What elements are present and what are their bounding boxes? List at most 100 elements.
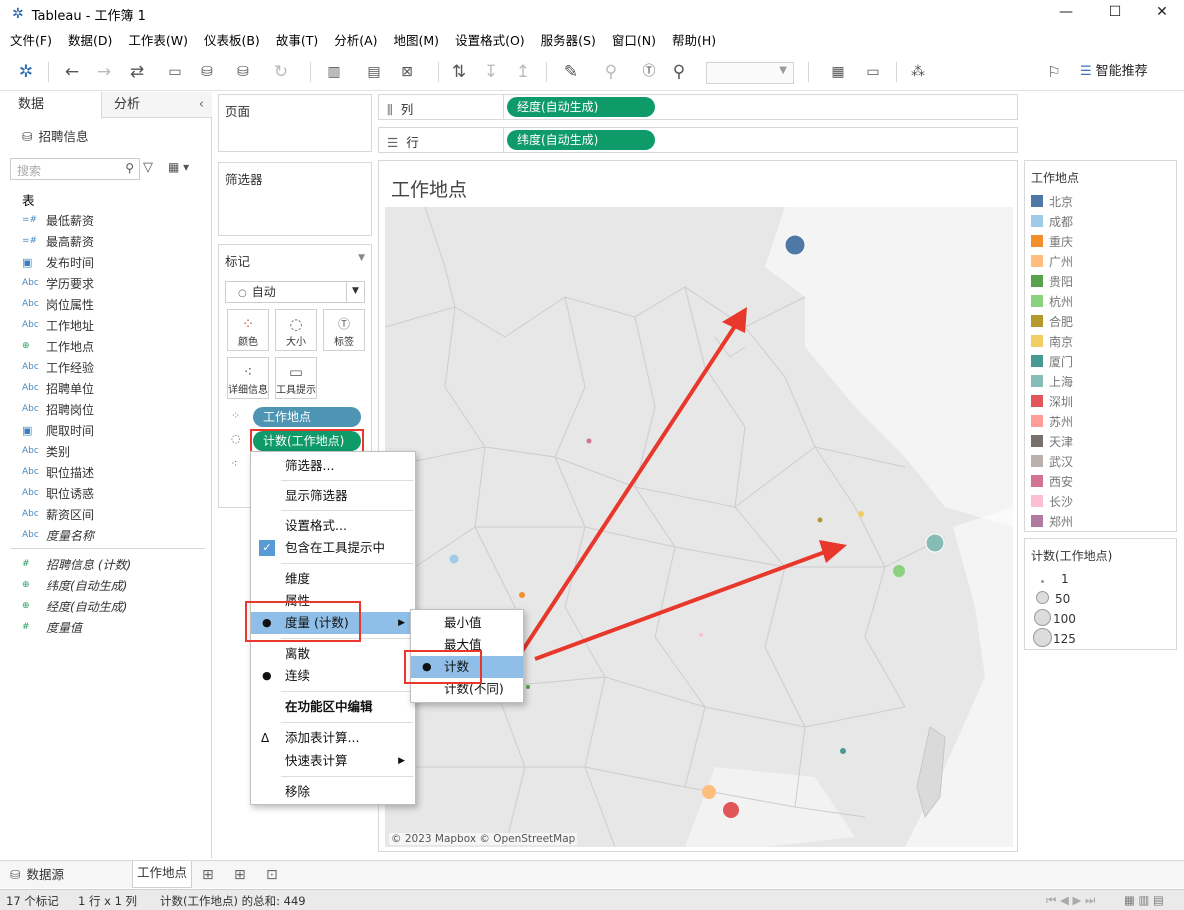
tableau-home-icon[interactable]: ✲ xyxy=(16,61,36,83)
tab-data[interactable]: 数据 xyxy=(0,92,102,118)
menu-item-format[interactable]: 设置格式... xyxy=(251,515,415,537)
fit-dropdown[interactable]: ▼ xyxy=(706,62,794,84)
field-item[interactable]: Abc 类别 xyxy=(22,441,70,461)
pages-shelf[interactable]: 页面 xyxy=(218,94,372,152)
redo-icon[interactable]: → xyxy=(92,61,116,83)
longitude-pill[interactable]: 经度(自动生成) xyxy=(507,97,655,117)
menu-format[interactable]: 设置格式(O) xyxy=(455,30,525,52)
duplicate-icon[interactable]: ▤ xyxy=(362,61,386,83)
tooltip-button[interactable]: ▭ 工具提示 xyxy=(275,357,317,399)
label-button[interactable]: Ⓣ 标签 xyxy=(323,309,365,351)
mark-nanjing[interactable] xyxy=(858,511,864,517)
show-me-button[interactable]: ☰ 智能推荐 xyxy=(1080,61,1148,83)
submenu-min[interactable]: 最小值 xyxy=(411,612,523,634)
ask-data-icon[interactable]: ⚐ xyxy=(1040,61,1068,83)
measure-item[interactable]: ⊕ 纬度(自动生成) xyxy=(22,575,127,595)
map-attribution[interactable]: © 2023 Mapbox © OpenStreetMap xyxy=(389,833,578,845)
color-pill[interactable]: 工作地点 xyxy=(253,407,361,427)
filters-shelf[interactable]: 筛选器 xyxy=(218,162,372,236)
legend-item[interactable]: 苏州 xyxy=(1031,411,1073,431)
map-canvas[interactable]: © 2023 Mapbox © OpenStreetMap xyxy=(385,207,1013,847)
sheet-tab-active[interactable]: 工作地点 xyxy=(132,861,192,888)
columns-shelf[interactable]: ⫼ 列 经度(自动生成) xyxy=(378,94,1018,120)
legend-item[interactable]: 西安 xyxy=(1031,471,1073,491)
measure-item[interactable]: ⊕ 经度(自动生成) xyxy=(22,596,127,616)
menu-item-quick-table-calc[interactable]: 快速表计算 ▶ xyxy=(251,750,415,772)
menu-window[interactable]: 窗口(N) xyxy=(612,30,656,52)
menu-analysis[interactable]: 分析(A) xyxy=(334,30,377,52)
replay-icon[interactable]: ⇄ xyxy=(122,61,152,83)
field-item[interactable]: Abc 工作经验 xyxy=(22,357,94,377)
field-item[interactable]: =# 最低薪资 xyxy=(22,210,94,230)
collapse-icon[interactable]: ‹ xyxy=(199,92,204,118)
field-item[interactable]: ▣ 发布时间 xyxy=(22,252,94,272)
mark-xiamen[interactable] xyxy=(840,748,846,754)
show-labels-icon[interactable]: Ⓣ xyxy=(638,61,660,83)
close-button[interactable]: ✕ xyxy=(1150,4,1174,24)
sheet-nav-icons[interactable]: ⏮ ◀ ▶ ⏭ xyxy=(1046,893,1095,908)
legend-item[interactable]: 重庆 xyxy=(1031,231,1073,251)
menu-item-dimension[interactable]: 维度 xyxy=(251,568,415,590)
rows-shelf[interactable]: ☰ 行 纬度(自动生成) xyxy=(378,127,1018,153)
new-dashboard-icon[interactable]: ⊞ xyxy=(234,863,246,887)
share-icon[interactable]: ⁂ xyxy=(906,61,930,83)
field-item[interactable]: Abc 薪资区间 xyxy=(22,504,94,524)
minimize-button[interactable]: — xyxy=(1054,4,1078,24)
field-item[interactable]: ⊕ 工作地点 xyxy=(22,336,94,356)
swap-icon[interactable]: ⇅ xyxy=(448,61,470,83)
menu-item-edit-in-shelf[interactable]: 在功能区中编辑 xyxy=(251,696,415,718)
maximize-button[interactable]: ☐ xyxy=(1103,4,1127,24)
mark-shanghai[interactable] xyxy=(925,533,945,553)
menu-worksheet[interactable]: 工作表(W) xyxy=(128,30,188,52)
datasource-item[interactable]: ⛁ 招聘信息 xyxy=(22,126,89,145)
latitude-pill[interactable]: 纬度(自动生成) xyxy=(507,130,655,150)
sort-desc-icon[interactable]: ↥ xyxy=(512,61,534,83)
legend-item[interactable]: 长沙 xyxy=(1031,491,1073,511)
measure-item[interactable]: # 度量值 xyxy=(22,617,82,637)
view-mode-icons[interactable]: ▦ ▥ ▤ xyxy=(1124,893,1164,907)
new-worksheet-icon[interactable]: ▥ xyxy=(320,61,348,83)
mark-hefei[interactable] xyxy=(817,517,823,523)
new-worksheet-icon[interactable]: ⊞ xyxy=(202,863,214,887)
field-item[interactable]: ▣ 爬取时间 xyxy=(22,420,94,440)
legend-item[interactable]: 天津 xyxy=(1031,431,1073,451)
menu-server[interactable]: 服务器(S) xyxy=(541,30,596,52)
show-cards-icon[interactable]: ▦ xyxy=(820,61,856,83)
legend-item[interactable]: 郑州 xyxy=(1031,511,1073,531)
view-options-icon[interactable]: ▦ ▾ xyxy=(168,160,189,174)
field-item[interactable]: Abc 招聘单位 xyxy=(22,378,94,398)
mark-changsha[interactable] xyxy=(699,633,703,637)
group-icon[interactable]: ⚲ xyxy=(596,61,626,83)
menu-file[interactable]: 文件(F) xyxy=(10,30,52,52)
datasource-tab[interactable]: ⛁ 数据源 xyxy=(10,863,64,887)
legend-item[interactable]: 北京 xyxy=(1031,191,1073,211)
menu-item-show-filter[interactable]: 显示筛选器 xyxy=(251,485,415,507)
mark-guiyang[interactable] xyxy=(526,685,530,689)
mark-guangzhou[interactable] xyxy=(702,785,716,799)
pause-updates-icon[interactable]: ⛁ xyxy=(228,61,258,83)
clear-sheet-icon[interactable]: ⊠ xyxy=(392,61,422,83)
field-item[interactable]: Abc 工作地址 xyxy=(22,315,94,335)
mark-beijing[interactable] xyxy=(784,234,806,256)
legend-item[interactable]: 武汉 xyxy=(1031,451,1073,471)
menu-data[interactable]: 数据(D) xyxy=(68,30,112,52)
mark-chongqing[interactable] xyxy=(519,592,525,598)
mark-hangzhou[interactable] xyxy=(893,565,905,577)
field-item[interactable]: Abc 招聘岗位 xyxy=(22,399,94,419)
new-story-icon[interactable]: ⊡ xyxy=(266,863,278,887)
menu-help[interactable]: 帮助(H) xyxy=(672,30,716,52)
pin-icon[interactable]: ⚲ xyxy=(668,61,690,83)
color-button[interactable]: ⁘ 颜色 xyxy=(227,309,269,351)
mark-type-dropdown[interactable]: ○ 自动 ▼ xyxy=(225,281,365,303)
menu-dashboard[interactable]: 仪表板(B) xyxy=(204,30,260,52)
legend-item[interactable]: 厦门 xyxy=(1031,351,1073,371)
save-icon[interactable]: ▭ xyxy=(164,61,186,83)
legend-item[interactable]: 成都 xyxy=(1031,211,1073,231)
measure-item[interactable]: # 招聘信息 (计数) xyxy=(22,554,131,574)
menu-story[interactable]: 故事(T) xyxy=(276,30,318,52)
sort-asc-icon[interactable]: ↧ xyxy=(480,61,502,83)
legend-item[interactable]: 杭州 xyxy=(1031,291,1073,311)
refresh-icon[interactable]: ↻ xyxy=(266,61,296,83)
menu-item-discrete[interactable]: 离散 xyxy=(251,643,415,665)
field-item[interactable]: Abc 职位描述 xyxy=(22,462,94,482)
